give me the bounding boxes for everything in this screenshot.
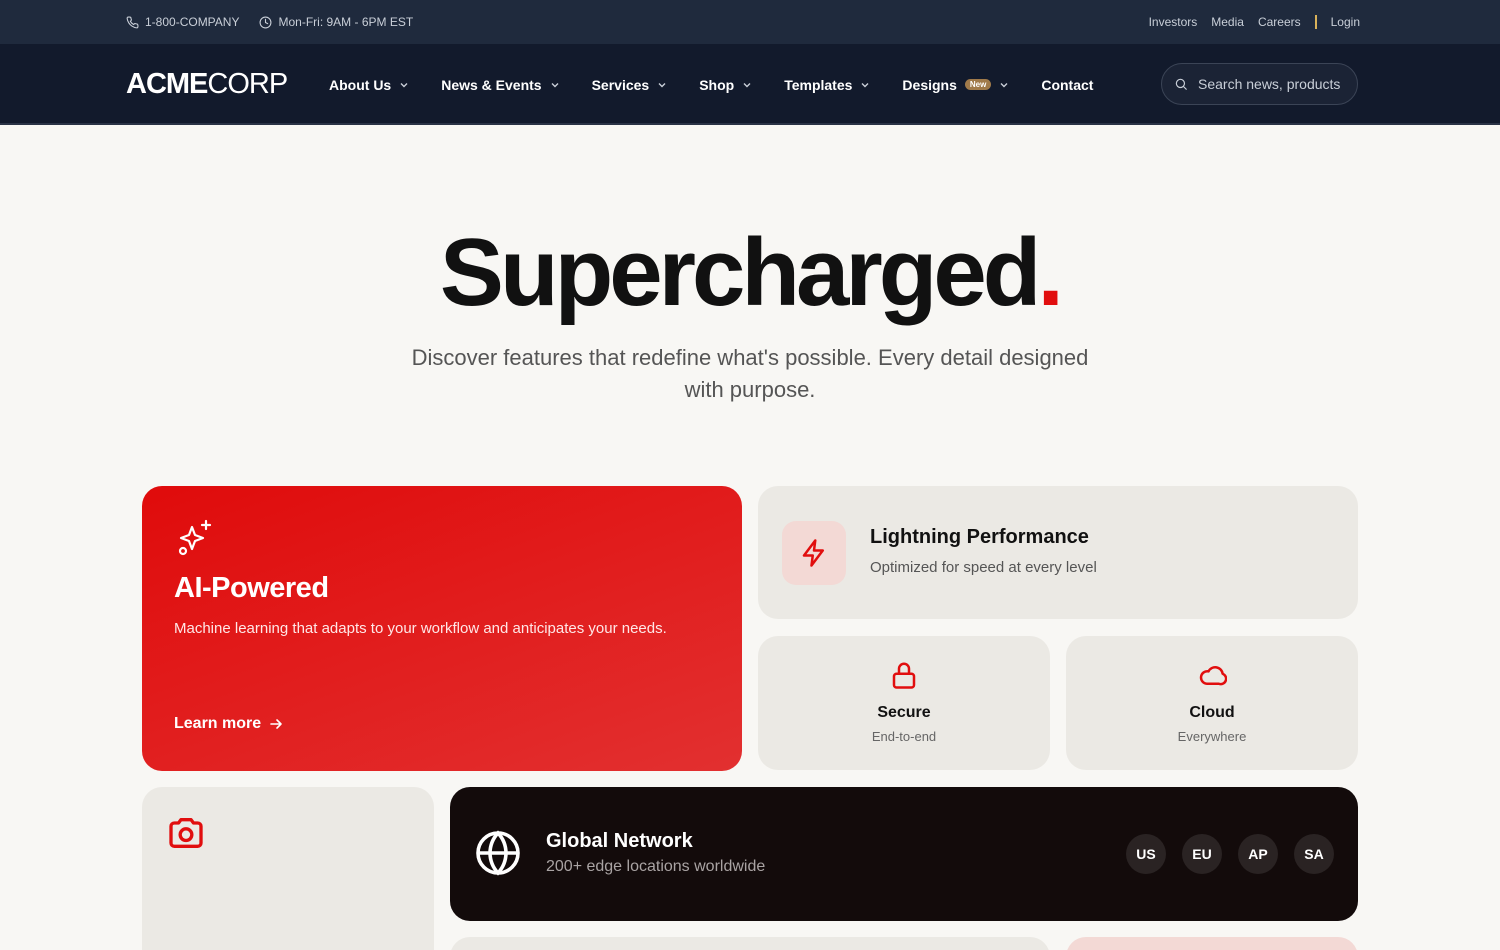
feature-card-ai[interactable]: AI-Powered Machine learning that adapts … bbox=[142, 486, 742, 771]
sparkles-icon bbox=[178, 519, 212, 556]
nav-item-designs[interactable]: Designs New bbox=[902, 77, 1009, 93]
feature-card-partial[interactable] bbox=[1066, 937, 1358, 950]
feature-title: Global Network bbox=[546, 830, 693, 852]
hero-title-dot: . bbox=[1037, 219, 1064, 326]
arrow-right-icon bbox=[270, 719, 282, 729]
nav-item-label: Shop bbox=[699, 76, 735, 93]
learn-more-link[interactable]: Learn more bbox=[174, 715, 283, 733]
feature-card-camera[interactable] bbox=[142, 787, 434, 950]
feature-card-partial[interactable] bbox=[450, 937, 1050, 950]
region-ap[interactable]: AP bbox=[1238, 834, 1278, 874]
nav-item-about-us[interactable]: About Us bbox=[329, 77, 409, 93]
cloud-icon bbox=[1199, 666, 1227, 686]
search-input[interactable] bbox=[1198, 76, 1340, 92]
region-sa[interactable]: SA bbox=[1294, 834, 1334, 874]
icon-wrap bbox=[1066, 660, 1358, 690]
learn-more-label: Learn more bbox=[174, 715, 262, 732]
feature-title: Cloud bbox=[1189, 704, 1235, 721]
globe-icon bbox=[476, 830, 520, 876]
nav-item-templates[interactable]: Templates bbox=[784, 77, 870, 93]
utility-phone[interactable]: 1-800-COMPANY bbox=[126, 15, 239, 29]
icon-wrap bbox=[758, 660, 1050, 690]
utility-contact: 1-800-COMPANY Mon-Fri: 9AM - 6PM EST bbox=[126, 0, 413, 44]
feature-subtitle: End-to-end bbox=[871, 729, 937, 744]
lightning-icon-container bbox=[782, 521, 846, 585]
chevron-down-icon bbox=[743, 82, 751, 87]
feature-card-cloud[interactable]: Cloud Everywhere bbox=[1066, 636, 1358, 770]
utility-hours: Mon-Fri: 9AM - 6PM EST bbox=[259, 15, 413, 29]
hero-title: Supercharged. bbox=[0, 218, 1500, 328]
feature-description: Machine learning that adapts to your wor… bbox=[174, 620, 667, 637]
nav-item-shop[interactable]: Shop bbox=[699, 77, 752, 93]
region-eu[interactable]: EU bbox=[1182, 834, 1222, 874]
feature-card-performance[interactable]: Lightning Performance Optimized for spee… bbox=[758, 486, 1358, 619]
chevron-down-icon bbox=[1000, 82, 1008, 87]
logo[interactable]: ACMECORP bbox=[126, 68, 288, 100]
nav-item-label: Designs bbox=[902, 76, 957, 93]
region-us[interactable]: US bbox=[1126, 834, 1166, 874]
feature-subtitle: 200+ edge locations worldwide bbox=[546, 858, 766, 875]
utility-links: Investors Media Careers Login bbox=[1149, 0, 1360, 44]
feature-title: Secure bbox=[877, 704, 931, 721]
feature-card-network[interactable]: Global Network 200+ edge locations world… bbox=[450, 787, 1358, 921]
careers-link[interactable]: Careers bbox=[1258, 15, 1301, 29]
nav-item-contact[interactable]: Contact bbox=[1041, 77, 1093, 93]
nav-menu: About Us News & Events Services Shop Tem… bbox=[329, 44, 1125, 125]
chevron-down-icon bbox=[861, 82, 869, 87]
clock-icon bbox=[260, 16, 272, 28]
new-badge: New bbox=[964, 79, 992, 90]
nav-item-label: Templates bbox=[784, 76, 853, 93]
nav-item-news-events[interactable]: News & Events bbox=[441, 77, 559, 93]
divider bbox=[1314, 15, 1317, 29]
search-icon bbox=[1175, 78, 1187, 90]
chevron-down-icon bbox=[400, 82, 408, 87]
hero-title-text: Supercharged bbox=[439, 219, 1042, 326]
phone-text: 1-800-COMPANY bbox=[145, 15, 240, 29]
region-list: US EU AP SA bbox=[1126, 834, 1334, 874]
camera-icon bbox=[169, 818, 203, 848]
phone-icon bbox=[126, 16, 139, 28]
chevron-down-icon bbox=[551, 82, 559, 87]
feature-title: Lightning Performance bbox=[870, 526, 1089, 548]
main-navigation: ACMECORP About Us News & Events Services… bbox=[0, 44, 1500, 125]
media-link[interactable]: Media bbox=[1211, 15, 1244, 29]
feature-title: AI-Powered bbox=[174, 572, 329, 604]
feature-subtitle: Optimized for speed at every level bbox=[870, 559, 1097, 576]
feature-subtitle: Everywhere bbox=[1177, 729, 1247, 744]
nav-item-label: Contact bbox=[1041, 76, 1094, 93]
nav-item-label: Services bbox=[591, 76, 650, 93]
login-link[interactable]: Login bbox=[1331, 15, 1360, 29]
feature-card-secure[interactable]: Secure End-to-end bbox=[758, 636, 1050, 770]
nav-item-label: About Us bbox=[329, 76, 392, 93]
nav-item-label: News & Events bbox=[441, 76, 542, 93]
hero-subtitle: Discover features that redefine what's p… bbox=[411, 345, 1089, 402]
investors-link[interactable]: Investors bbox=[1149, 15, 1198, 29]
utility-bar: 1-800-COMPANY Mon-Fri: 9AM - 6PM EST Inv… bbox=[0, 0, 1500, 44]
hours-text: Mon-Fri: 9AM - 6PM EST bbox=[278, 15, 414, 29]
chevron-down-icon bbox=[658, 82, 666, 87]
logo-bold: ACME bbox=[126, 68, 208, 100]
lightning-icon bbox=[802, 539, 824, 567]
nav-item-services[interactable]: Services bbox=[592, 77, 668, 93]
logo-light: CORP bbox=[207, 68, 288, 100]
search-box[interactable] bbox=[1161, 63, 1358, 105]
lock-icon bbox=[892, 662, 916, 689]
